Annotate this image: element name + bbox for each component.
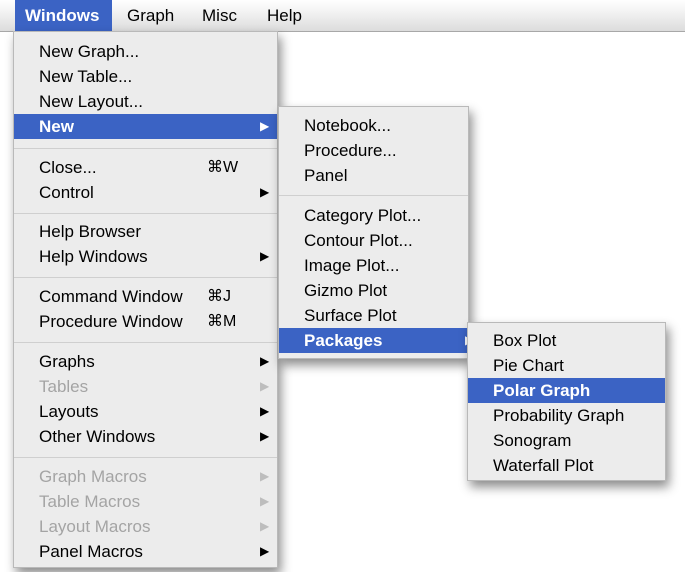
menu-item-layout-macros: Layout Macros ▶ (14, 514, 277, 539)
menu-item-label: Layout Macros (39, 517, 151, 536)
shortcut-close: ⌘W (207, 159, 239, 176)
menu-item-label: New Layout... (39, 92, 143, 111)
menu-item-box-plot[interactable]: Box Plot (468, 328, 665, 353)
menu-item-label: New Graph... (39, 42, 140, 61)
menu-item-pie-chart[interactable]: Pie Chart (468, 353, 665, 378)
menu-item-new-graph[interactable]: New Graph... (14, 39, 277, 64)
menu-item-contour-plot[interactable]: Contour Plot... (279, 228, 468, 253)
menu-item-label: Help Browser (39, 222, 142, 241)
submenu-arrow-icon: ▶ (260, 185, 270, 199)
menu-item-label: New (39, 117, 74, 136)
packages-submenu: Box Plot Pie Chart Polar Graph Probabili… (467, 322, 666, 481)
menu-item-procedure-window[interactable]: Procedure Window ⌘M (14, 309, 277, 334)
menubar-windows[interactable]: Windows (15, 0, 112, 31)
menu-item-waterfall-plot[interactable]: Waterfall Plot (468, 453, 665, 478)
menu-item-label: Probability Graph (493, 406, 625, 425)
submenu-arrow-icon: ▶ (260, 519, 270, 533)
menu-item-other-windows[interactable]: Other Windows ▶ (14, 424, 277, 449)
menu-item-help-windows[interactable]: Help Windows ▶ (14, 244, 277, 269)
menu-item-label: Box Plot (493, 331, 557, 350)
menu-item-label: New Table... (39, 67, 133, 86)
menu-item-label: Gizmo Plot (304, 281, 388, 300)
menu-item-label: Waterfall Plot (493, 456, 594, 475)
menu-item-label: Graphs (39, 352, 95, 371)
submenu-arrow-icon: ▶ (260, 379, 270, 393)
menu-item-packages[interactable]: Packages▶ (279, 328, 474, 353)
menu-item-label: Tables (39, 377, 89, 396)
menu-item-label: Close... (39, 158, 97, 177)
menu-item-graph-macros: Graph Macros ▶ (14, 464, 277, 489)
submenu-arrow-icon: ▶ (260, 494, 270, 508)
menu-item-label: Surface Plot (304, 306, 397, 325)
menu-item-command-window[interactable]: Command Window ⌘J (14, 284, 277, 309)
submenu-arrow-icon: ▶ (260, 544, 270, 558)
menu-item-label: Control (39, 183, 94, 202)
menubar-graph[interactable]: Graph (117, 0, 184, 31)
menubar-misc[interactable]: Misc (192, 0, 247, 31)
menu-item-table-macros: Table Macros ▶ (14, 489, 277, 514)
menu-item-surface-plot[interactable]: Surface Plot (279, 303, 468, 328)
menu-item-label: Sonogram (493, 431, 572, 450)
menu-item-label: Table Macros (39, 492, 141, 511)
menu-item-layouts[interactable]: Layouts ▶ (14, 399, 277, 424)
menu-item-label: Procedure... (304, 141, 397, 160)
menu-item-new-table[interactable]: New Table... (14, 64, 277, 89)
menu-item-procedure[interactable]: Procedure... (279, 138, 468, 163)
menu-item-polar-graph[interactable]: Polar Graph (468, 378, 665, 403)
menu-separator (14, 148, 277, 149)
submenu-arrow-icon: ▶ (260, 249, 270, 263)
menu-item-label: Contour Plot... (304, 231, 413, 250)
menu-separator (14, 342, 277, 343)
menu-separator (279, 195, 468, 196)
menu-item-probability-graph[interactable]: Probability Graph (468, 403, 665, 428)
menu-item-new-layout[interactable]: New Layout... (14, 89, 277, 114)
menu-item-label: Packages (304, 331, 383, 350)
menu-item-tables: Tables ▶ (14, 374, 277, 399)
menubar-help[interactable]: Help (257, 0, 312, 31)
menu-item-new[interactable]: New ▶ (14, 114, 277, 139)
new-submenu: Notebook... Procedure... Panel Category … (278, 106, 474, 359)
menu-bar: Windows Graph Misc Help (0, 0, 685, 32)
menu-item-panel[interactable]: Panel (279, 163, 468, 188)
submenu-arrow-icon: ▶ (260, 469, 270, 483)
menu-item-notebook[interactable]: Notebook... (279, 113, 468, 138)
windows-menu: New Graph... New Table... New Layout... … (13, 31, 278, 568)
menu-item-label: Image Plot... (304, 256, 400, 275)
menu-item-control[interactable]: Control ▶ (14, 180, 277, 205)
menu-item-help-browser[interactable]: Help Browser (14, 219, 277, 244)
submenu-arrow-icon: ▶ (260, 354, 270, 368)
menu-item-close[interactable]: Close... ⌘W (14, 155, 277, 180)
menu-item-gizmo-plot[interactable]: Gizmo Plot (279, 278, 468, 303)
shortcut-command-window: ⌘J (207, 288, 231, 305)
menu-item-label: Category Plot... (304, 206, 422, 225)
menu-separator (14, 213, 277, 214)
submenu-arrow-icon: ▶ (260, 119, 270, 133)
shortcut-procedure-window: ⌘M (207, 313, 237, 330)
submenu-arrow-icon: ▶ (260, 429, 270, 443)
menu-separator (14, 457, 277, 458)
menu-item-label: Notebook... (304, 116, 391, 135)
menu-item-label: Help Windows (39, 247, 148, 266)
menu-item-label: Layouts (39, 402, 99, 421)
menu-item-sonogram[interactable]: Sonogram (468, 428, 665, 453)
menu-separator (14, 277, 277, 278)
menu-item-label: Panel Macros (39, 542, 143, 561)
menu-item-graphs[interactable]: Graphs ▶ (14, 349, 277, 374)
menu-item-image-plot[interactable]: Image Plot... (279, 253, 468, 278)
menu-item-label: Pie Chart (493, 356, 564, 375)
menu-item-label: Panel (304, 166, 348, 185)
menu-item-label: Procedure Window (39, 312, 183, 331)
menu-item-label: Command Window (39, 287, 183, 306)
menu-item-panel-macros[interactable]: Panel Macros ▶ (14, 539, 277, 564)
menu-item-label: Graph Macros (39, 467, 147, 486)
menu-item-category-plot[interactable]: Category Plot... (279, 203, 468, 228)
submenu-arrow-icon: ▶ (260, 404, 270, 418)
menu-item-label: Polar Graph (493, 381, 591, 400)
menu-item-label: Other Windows (39, 427, 156, 446)
